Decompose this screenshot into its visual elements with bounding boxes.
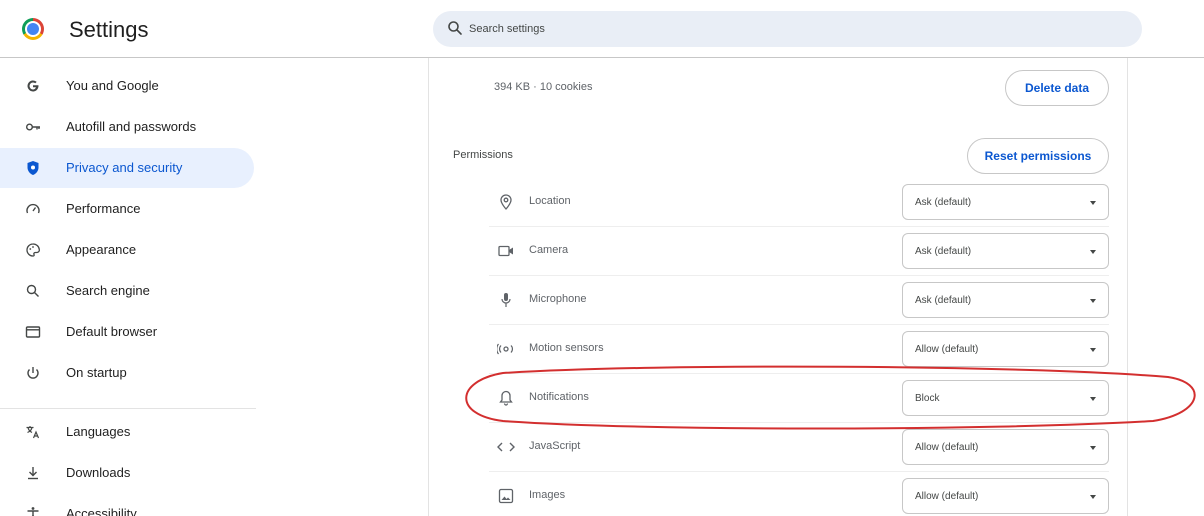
chrome-logo-icon (22, 18, 44, 40)
key-icon (24, 118, 42, 136)
top-bar: Settings (0, 0, 1204, 58)
code-icon (497, 438, 515, 456)
dropdown-caret-icon (1090, 495, 1096, 499)
sidebar: You and Google Autofill and passwords Pr… (0, 60, 260, 516)
google-g-icon (24, 77, 42, 95)
sidebar-item-label: Privacy and security (66, 160, 183, 175)
select-value: Ask (default) (915, 246, 972, 257)
dropdown-caret-icon (1090, 446, 1096, 450)
sidebar-item-label: Default browser (66, 324, 158, 339)
sidebar-item-label: Performance (66, 201, 141, 216)
sidebar-item-default-browser[interactable]: Default browser (0, 312, 254, 352)
permission-row-location: Location Ask (default) (489, 182, 1109, 222)
sidebar-item-you-and-google[interactable]: You and Google (0, 66, 254, 106)
permission-label: Images (529, 489, 566, 501)
power-icon (24, 364, 42, 382)
search-bar[interactable] (433, 11, 1142, 47)
dropdown-caret-icon (1090, 348, 1096, 352)
sidebar-divider (0, 408, 256, 409)
permission-row-camera: Camera Ask (default) (489, 226, 1109, 271)
permission-label: Location (529, 195, 571, 207)
sidebar-item-autofill[interactable]: Autofill and passwords (0, 107, 254, 147)
sidebar-item-label: Accessibility (66, 506, 137, 516)
dropdown-caret-icon (1090, 397, 1096, 401)
privacy-settings-card: 394 KB · 10 cookies Delete data Permissi… (428, 58, 1128, 516)
download-icon (24, 464, 42, 482)
permission-row-images: Images Allow (default) (489, 471, 1109, 516)
sidebar-item-label: On startup (66, 365, 127, 380)
delete-data-button[interactable]: Delete data (1005, 70, 1109, 106)
motion-sensors-permission-select[interactable]: Allow (default) (902, 331, 1109, 367)
microphone-icon (497, 291, 515, 309)
location-pin-icon (497, 193, 515, 211)
sidebar-item-label: Appearance (66, 242, 137, 257)
search-icon (448, 21, 462, 35)
permission-label: Motion sensors (529, 342, 604, 354)
sidebar-item-appearance[interactable]: Appearance (0, 230, 254, 270)
sidebar-item-label: Autofill and passwords (66, 119, 197, 134)
select-value: Ask (default) (915, 295, 972, 306)
browser-window-icon (24, 323, 42, 341)
sidebar-item-privacy-and-security[interactable]: Privacy and security (0, 148, 254, 188)
sidebar-item-accessibility[interactable]: Accessibility (0, 494, 254, 516)
permission-row-notifications: Notifications Block (489, 373, 1109, 418)
permission-row-motion-sensors: Motion sensors Allow (default) (489, 324, 1109, 369)
search-icon (24, 282, 42, 300)
accessibility-icon (24, 505, 42, 516)
sidebar-item-performance[interactable]: Performance (0, 189, 254, 229)
permission-label: Notifications (529, 391, 589, 403)
permission-row-microphone: Microphone Ask (default) (489, 275, 1109, 320)
permission-label: Camera (529, 244, 569, 256)
sidebar-item-search-engine[interactable]: Search engine (0, 271, 254, 311)
search-input[interactable] (469, 17, 1069, 41)
javascript-permission-select[interactable]: Allow (default) (902, 429, 1109, 465)
dropdown-caret-icon (1090, 299, 1096, 303)
select-value: Ask (default) (915, 197, 972, 208)
motion-sensor-icon (497, 340, 515, 358)
sidebar-item-languages[interactable]: Languages (0, 412, 254, 452)
permissions-heading: Permissions (453, 149, 513, 161)
speedometer-icon (24, 200, 42, 218)
camera-icon (497, 242, 515, 260)
shield-icon (24, 159, 42, 177)
select-value: Allow (default) (915, 344, 979, 355)
sidebar-item-on-startup[interactable]: On startup (0, 353, 254, 393)
translate-icon (24, 423, 42, 441)
site-storage-info: 394 KB · 10 cookies (494, 81, 593, 93)
location-permission-select[interactable]: Ask (default) (902, 184, 1109, 220)
camera-permission-select[interactable]: Ask (default) (902, 233, 1109, 269)
palette-icon (24, 241, 42, 259)
sidebar-item-label: Search engine (66, 283, 150, 298)
page-title: Settings (69, 17, 149, 42)
select-value: Allow (default) (915, 491, 979, 502)
select-value: Block (915, 393, 940, 404)
select-value: Allow (default) (915, 442, 979, 453)
sidebar-item-downloads[interactable]: Downloads (0, 453, 254, 493)
permission-label: Microphone (529, 293, 587, 305)
permission-row-javascript: JavaScript Allow (default) (489, 422, 1109, 467)
sidebar-item-label: Downloads (66, 465, 131, 480)
dropdown-caret-icon (1090, 201, 1096, 205)
image-icon (497, 487, 515, 505)
sidebar-item-label: Languages (66, 424, 131, 439)
dropdown-caret-icon (1090, 250, 1096, 254)
sidebar-item-label: You and Google (66, 78, 159, 93)
images-permission-select[interactable]: Allow (default) (902, 478, 1109, 514)
microphone-permission-select[interactable]: Ask (default) (902, 282, 1109, 318)
bell-icon (497, 389, 515, 407)
reset-permissions-button[interactable]: Reset permissions (967, 138, 1109, 174)
permission-label: JavaScript (529, 440, 581, 452)
notifications-permission-select[interactable]: Block (902, 380, 1109, 416)
